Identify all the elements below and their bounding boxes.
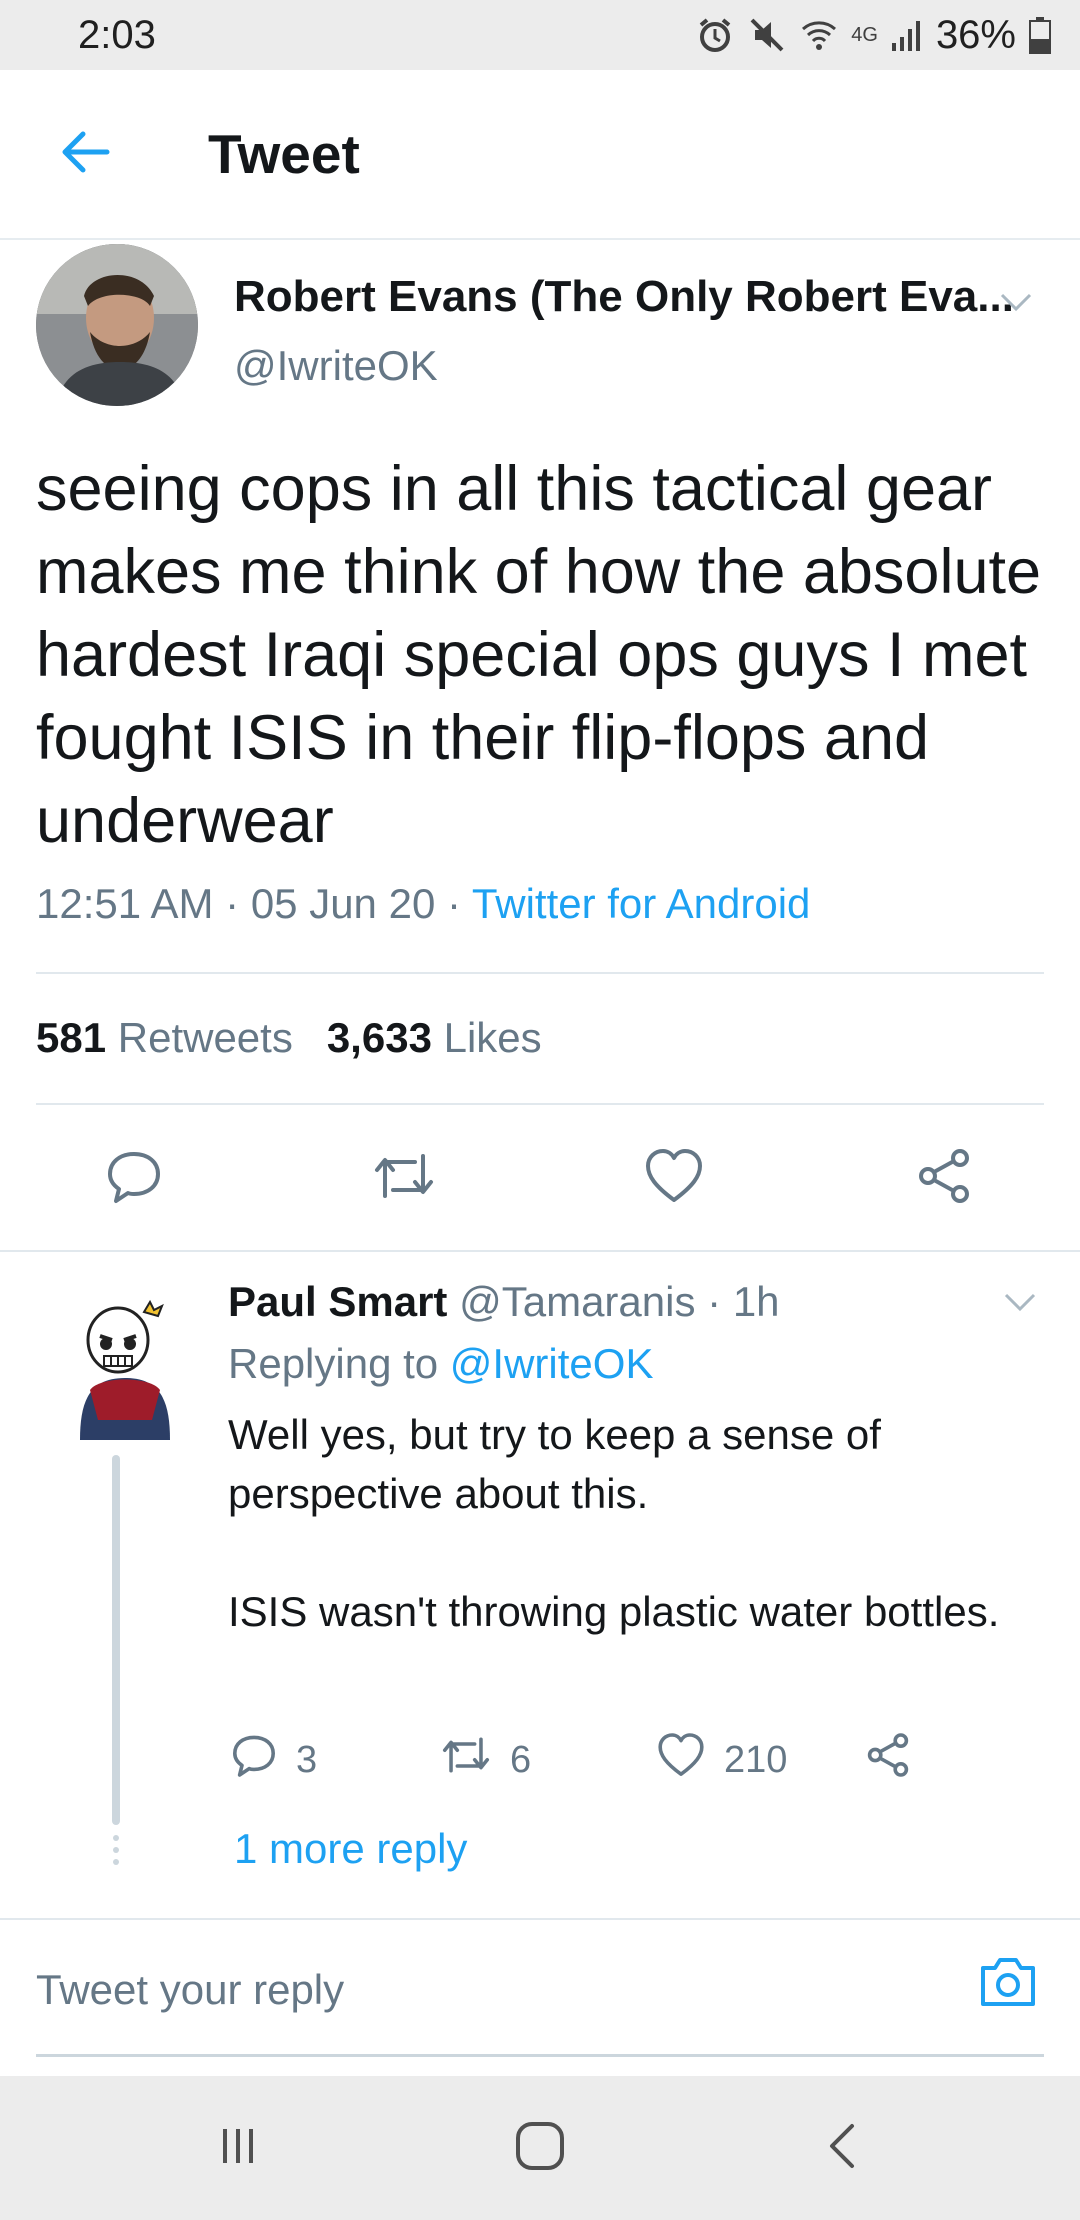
retweets-stat[interactable]: 581 Retweets (36, 1014, 293, 1061)
reply-time: 1h (732, 1278, 780, 1325)
avatar[interactable] (36, 244, 198, 406)
likes-count: 3,633 (326, 1014, 432, 1061)
home-icon (514, 2120, 566, 2177)
reply-retweet-button[interactable]: 6 (440, 1730, 531, 1790)
retweet-button[interactable] (368, 1142, 440, 1214)
network-type-icon: 4G (851, 23, 878, 46)
tweet-meta: 12:51 AM · 05 Jun 20 · Twitter for Andro… (36, 880, 810, 928)
tweet-stats: 581 Retweets 3,633 Likes (36, 1014, 542, 1062)
battery-percent: 36% (935, 12, 1016, 57)
meta-separator: · (446, 880, 461, 927)
reply-composer (0, 1922, 1080, 2076)
thread-line (112, 1455, 120, 1825)
retweet-icon (371, 1146, 437, 1211)
tweet-author-row: Robert Evans (The Only Robert Eva... @Iw… (36, 244, 1046, 414)
signal-icon (890, 17, 924, 53)
reply-button[interactable] (98, 1142, 170, 1214)
share-button[interactable] (908, 1142, 980, 1214)
camera-button[interactable] (972, 1948, 1044, 2020)
reply-separator: · (707, 1278, 722, 1325)
recents-button[interactable] (198, 2112, 278, 2184)
heart-icon (643, 1146, 705, 1211)
author-name[interactable]: Robert Evans (The Only Robert Eva... (234, 272, 1014, 322)
chevron-left-icon (822, 2120, 862, 2177)
home-button[interactable] (500, 2112, 580, 2184)
wifi-icon (799, 15, 839, 55)
reply-avatar[interactable] (70, 1290, 180, 1450)
heart-icon (656, 1731, 706, 1789)
battery-icon (1028, 15, 1052, 55)
system-nav-bar (0, 2076, 1080, 2220)
chevron-down-icon (1003, 1292, 1037, 1317)
divider (36, 972, 1044, 974)
reply-input[interactable] (36, 1952, 956, 2028)
page-title: Tweet (208, 123, 360, 185)
reply-header: Paul Smart @Tamaranis · 1h (228, 1278, 780, 1326)
speech-bubble-icon (230, 1731, 278, 1789)
tweet-time: 12:51 AM (36, 880, 214, 927)
more-replies-link[interactable]: 1 more reply (234, 1825, 467, 1873)
status-time: 2:03 (78, 12, 156, 57)
app-bar: Tweet (0, 70, 1080, 240)
tweet-date: 05 Jun 20 (250, 880, 436, 927)
reply-like-count: 210 (724, 1738, 788, 1781)
status-bar: 2:03 4G 36% (0, 0, 1080, 70)
tweet-source-link[interactable]: Twitter for Android (472, 880, 810, 927)
replying-prefix: Replying to (228, 1340, 439, 1387)
retweet-icon (440, 1731, 492, 1789)
share-icon (864, 1731, 912, 1789)
back-nav-button[interactable] (802, 2112, 882, 2184)
retweets-count: 581 (36, 1014, 107, 1061)
chevron-down-icon (999, 292, 1033, 317)
status-icons: 4G 36% (695, 13, 1052, 58)
tweet-action-bar (0, 1118, 1080, 1238)
reply-retweet-count: 6 (510, 1738, 532, 1781)
divider (36, 1103, 1044, 1105)
reply-input-underline (36, 2054, 1044, 2057)
like-button[interactable] (638, 1142, 710, 1214)
author-handle[interactable]: @IwriteOK (234, 342, 438, 390)
reply-menu-button[interactable] (990, 1274, 1050, 1334)
reply-reply-count: 3 (296, 1738, 318, 1781)
mute-icon (747, 15, 787, 55)
meta-separator: · (225, 880, 240, 927)
reply-text: Well yes, but try to keep a sense of per… (228, 1411, 1000, 1635)
reply-like-button[interactable]: 210 (656, 1730, 787, 1790)
arrow-left-icon (57, 124, 113, 185)
divider (0, 1250, 1080, 1252)
likes-label: Likes (443, 1014, 542, 1061)
replying-to: Replying to @IwriteOK (228, 1340, 653, 1388)
speech-bubble-icon (104, 1146, 164, 1211)
reply-reply-button[interactable]: 3 (230, 1730, 317, 1790)
divider (0, 1918, 1080, 1920)
reply-author-name[interactable]: Paul Smart (228, 1278, 447, 1325)
thread-dots (112, 1835, 120, 1871)
share-icon (914, 1146, 974, 1211)
replying-to-handle[interactable]: @IwriteOK (450, 1340, 654, 1387)
back-button[interactable] (30, 99, 140, 209)
alarm-icon (695, 15, 735, 55)
tweet-menu-button[interactable] (986, 274, 1046, 334)
recents-icon (213, 2121, 263, 2176)
reply-action-bar: 3 6 210 (228, 1730, 928, 1790)
likes-stat[interactable]: 3,633 Likes (327, 1014, 542, 1061)
reply-author-handle[interactable]: @Tamaranis (459, 1278, 695, 1325)
camera-icon (977, 1954, 1039, 2015)
reply-share-button[interactable] (864, 1730, 912, 1790)
tweet-text: seeing cops in all this tactical gear ma… (36, 454, 1042, 856)
retweets-label: Retweets (117, 1014, 293, 1061)
